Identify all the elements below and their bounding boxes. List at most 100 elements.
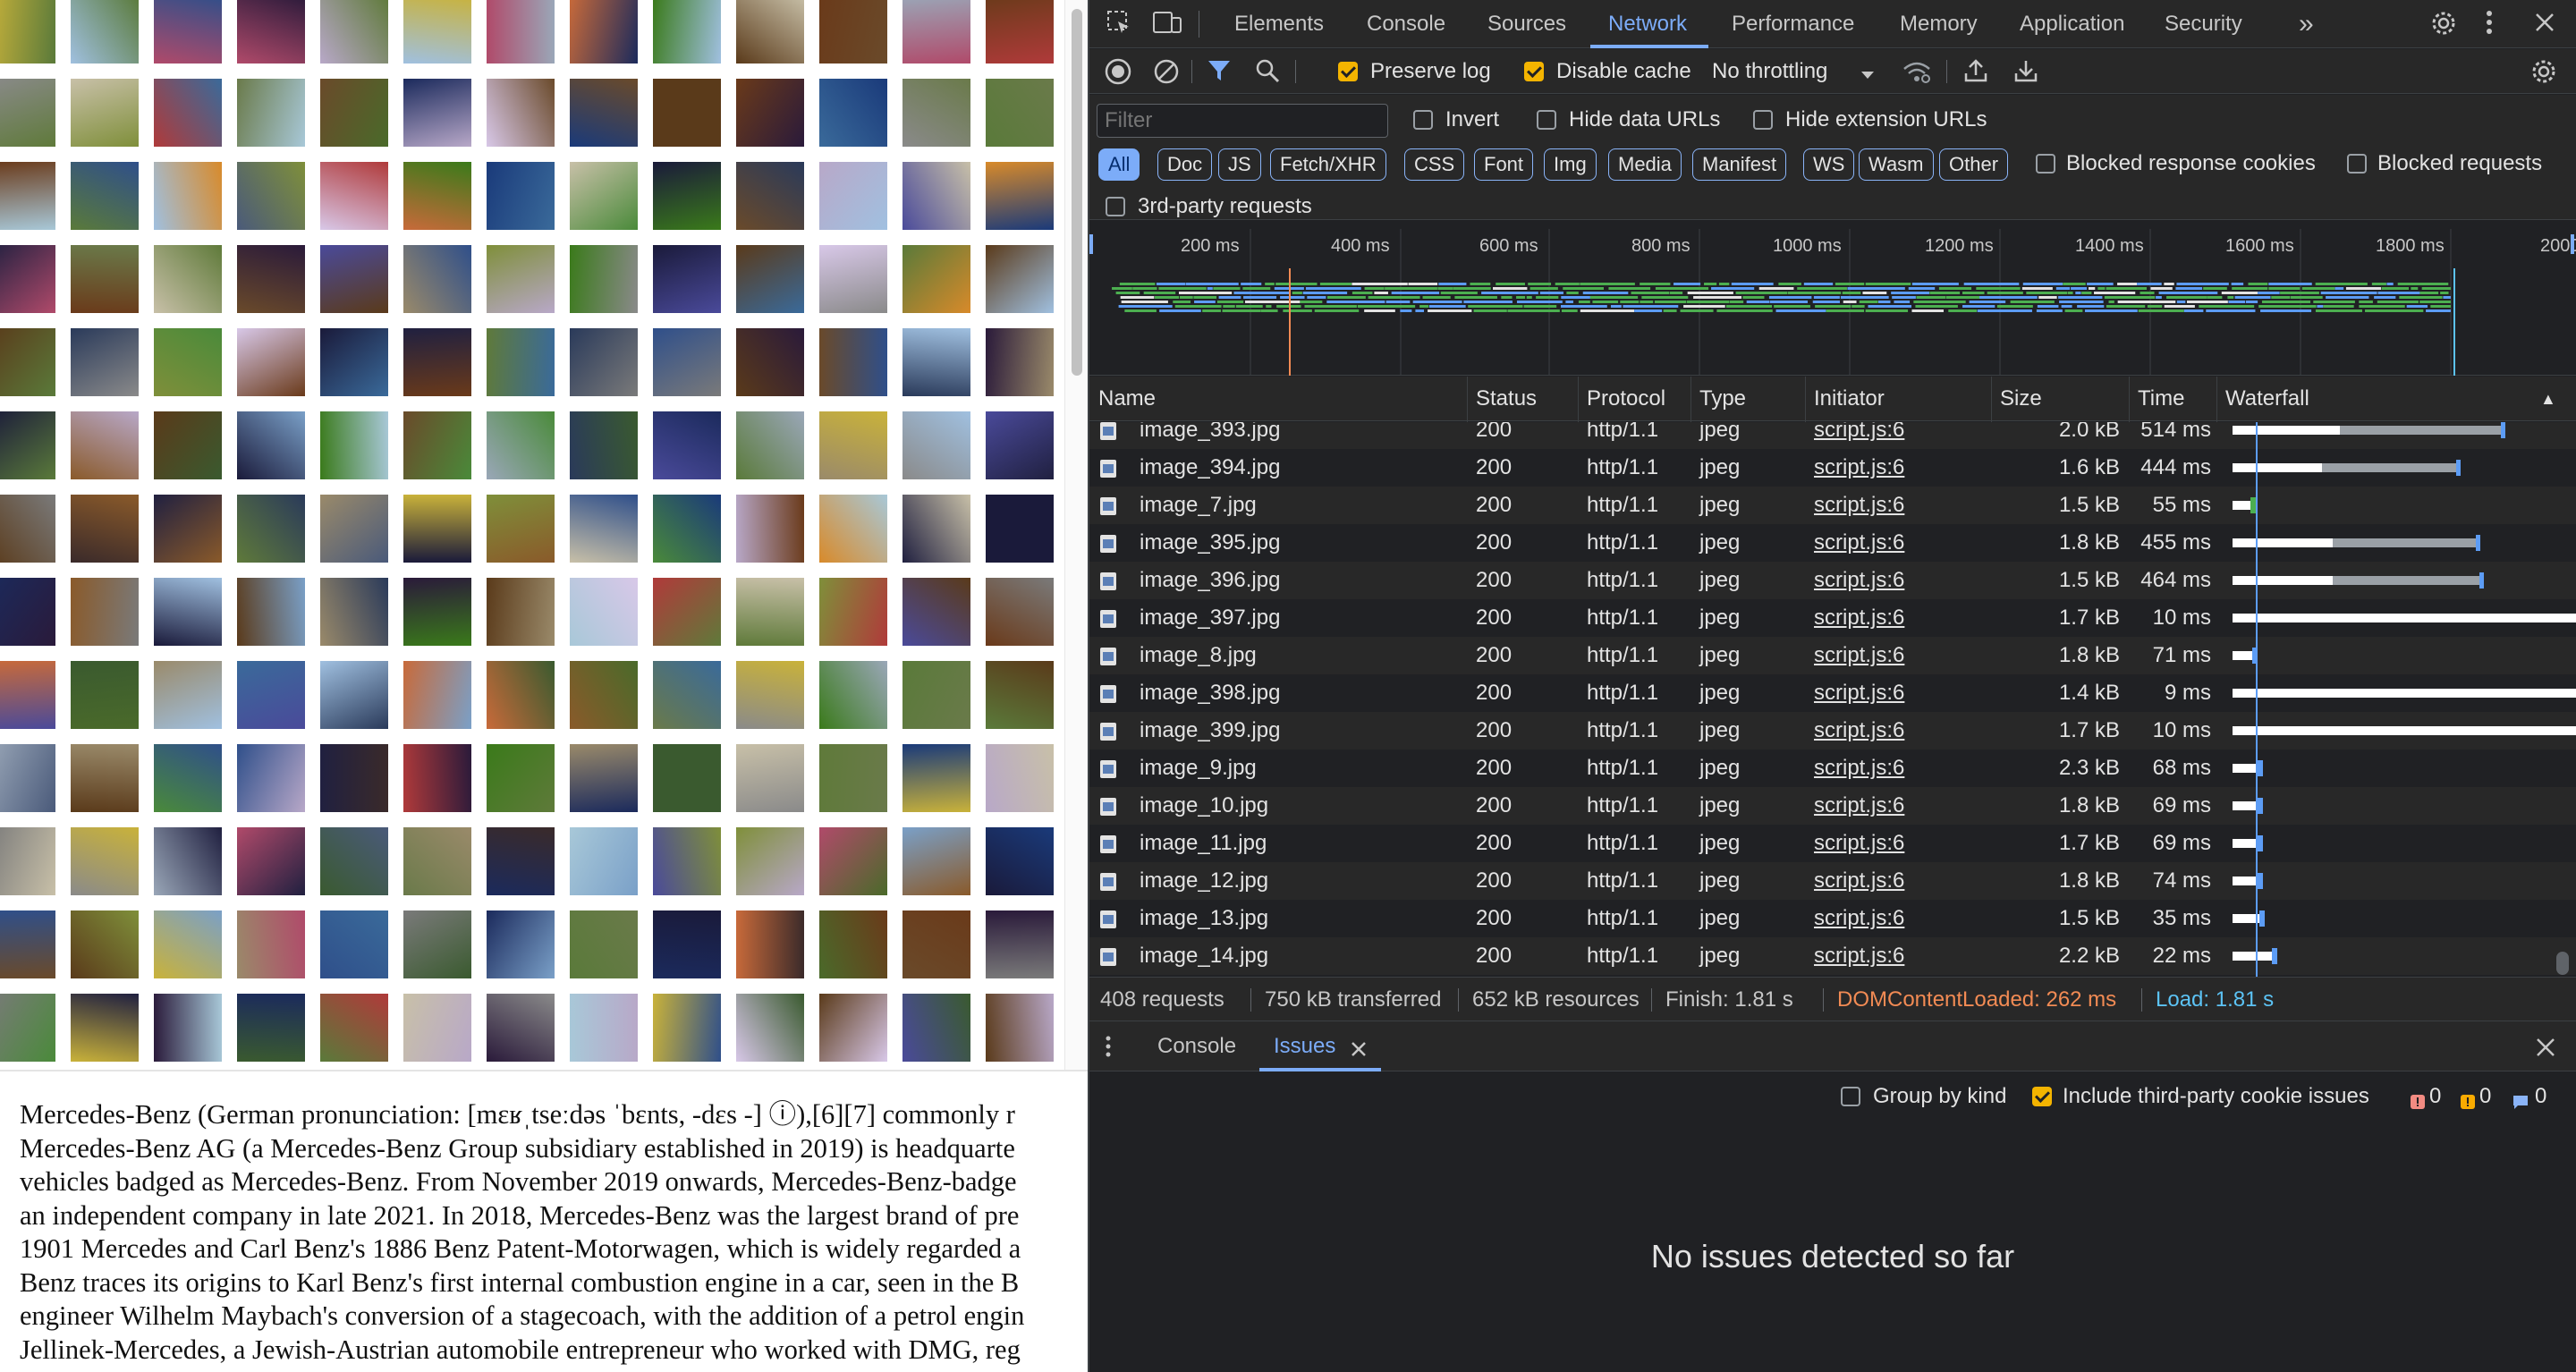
gallery-thumbnail[interactable] [0,578,55,646]
gallery-thumbnail[interactable] [986,827,1054,895]
network-conditions-icon[interactable] [1902,58,1932,91]
gallery-thumbnail[interactable] [403,162,471,230]
gallery-thumbnail[interactable] [902,0,970,64]
gallery-thumbnail[interactable] [71,162,139,230]
gallery-thumbnail[interactable] [986,328,1054,396]
drawer-menu-icon[interactable] [1104,1034,1113,1065]
col-time[interactable]: Time [2138,377,2184,421]
cell-initiator[interactable]: script.js:6 [1814,900,1984,937]
gallery-thumbnail[interactable] [487,661,555,729]
gallery-thumbnail[interactable] [736,411,804,479]
cell-initiator[interactable]: script.js:6 [1814,637,1984,674]
type-filter-ws[interactable]: WS [1803,148,1855,181]
gallery-thumbnail[interactable] [819,827,887,895]
more-tabs-icon[interactable]: » [2299,0,2314,48]
gallery-thumbnail[interactable] [403,0,471,64]
gallery-thumbnail[interactable] [320,744,388,812]
gallery-thumbnail[interactable] [819,162,887,230]
drawer-tab-issues[interactable]: Issues [1274,1021,1335,1071]
gallery-thumbnail[interactable] [487,328,555,396]
gallery-thumbnail[interactable] [736,661,804,729]
type-filter-media[interactable]: Media [1608,148,1682,181]
gallery-thumbnail[interactable] [71,79,139,147]
gallery-thumbnail[interactable] [819,994,887,1062]
preserve-log-checkbox[interactable] [1338,62,1358,81]
table-row[interactable]: image_398.jpg 200 http/1.1 jpeg script.js:6 1… [1089,674,2576,712]
gallery-thumbnail[interactable] [154,79,222,147]
gallery-thumbnail[interactable] [237,827,305,895]
table-row[interactable]: image_7.jpg 200 http/1.1 jpeg script.js:6 1.5… [1089,487,2576,524]
group-by-kind-checkbox[interactable] [1841,1087,1860,1106]
tab-elements[interactable]: Elements [1234,0,1324,48]
gallery-thumbnail[interactable] [154,162,222,230]
cell-initiator[interactable]: script.js:6 [1814,487,1984,524]
network-settings-gear-icon[interactable] [2529,57,2558,92]
gallery-thumbnail[interactable] [0,79,55,147]
gallery-thumbnail[interactable] [237,744,305,812]
table-row[interactable]: image_13.jpg 200 http/1.1 jpeg script.js:6 1.… [1089,900,2576,937]
type-filter-doc[interactable]: Doc [1157,148,1213,181]
gallery-thumbnail[interactable] [71,245,139,313]
gallery-thumbnail[interactable] [320,910,388,978]
gallery-thumbnail[interactable] [736,0,804,64]
gallery-thumbnail[interactable] [986,994,1054,1062]
device-toolbar-icon[interactable] [1152,9,1182,42]
sort-ascending-icon[interactable]: ▲ [2540,377,2556,421]
tab-sources[interactable]: Sources [1487,0,1566,48]
gallery-thumbnail[interactable] [237,0,305,64]
blocked-response-cookies-checkbox[interactable] [2036,154,2055,174]
type-filter-font[interactable]: Font [1474,148,1534,181]
gallery-thumbnail[interactable] [487,994,555,1062]
gallery-thumbnail[interactable] [154,910,222,978]
gallery-thumbnail[interactable] [653,994,721,1062]
gallery-thumbnail[interactable] [487,744,555,812]
gallery-thumbnail[interactable] [487,910,555,978]
chevron-down-icon[interactable] [1859,62,1877,90]
gallery-thumbnail[interactable] [237,245,305,313]
close-issues-tab-icon[interactable] [1349,1037,1368,1065]
gallery-thumbnail[interactable] [736,495,804,563]
gallery-thumbnail[interactable] [986,0,1054,64]
gallery-thumbnail[interactable] [986,245,1054,313]
kebab-menu-icon[interactable] [2483,7,2496,44]
cell-initiator[interactable]: script.js:6 [1814,524,1984,562]
gallery-thumbnail[interactable] [736,245,804,313]
table-row[interactable]: image_393.jpg 200 http/1.1 jpeg script.js:6 2… [1089,422,2576,449]
cell-initiator[interactable]: script.js:6 [1814,750,1984,787]
gallery-thumbnail[interactable] [320,827,388,895]
gallery-thumbnail[interactable] [0,328,55,396]
gallery-thumbnail[interactable] [71,910,139,978]
gallery-thumbnail[interactable] [403,578,471,646]
tab-memory[interactable]: Memory [1900,0,1978,48]
blocked-requests-checkbox[interactable] [2347,154,2367,174]
type-filter-fetch-xhr[interactable]: Fetch/XHR [1270,148,1386,181]
gallery-thumbnail[interactable] [0,0,55,64]
gallery-thumbnail[interactable] [487,411,555,479]
gallery-thumbnail[interactable] [487,827,555,895]
table-scrollbar-thumb[interactable] [2556,952,2569,975]
filter-input[interactable] [1097,104,1388,138]
disable-cache-label[interactable]: Disable cache [1556,59,1691,84]
clear-icon[interactable] [1152,57,1181,92]
table-row[interactable]: image_8.jpg 200 http/1.1 jpeg script.js:6 1.8… [1089,637,2576,674]
gallery-thumbnail[interactable] [487,495,555,563]
gallery-thumbnail[interactable] [320,162,388,230]
gallery-thumbnail[interactable] [154,245,222,313]
tab-security[interactable]: Security [2165,0,2242,48]
cell-initiator[interactable]: script.js:6 [1814,562,1984,599]
gallery-thumbnail[interactable] [403,910,471,978]
cell-initiator[interactable]: script.js:6 [1814,825,1984,862]
gallery-thumbnail[interactable] [986,495,1054,563]
gallery-thumbnail[interactable] [487,578,555,646]
table-row[interactable]: image_396.jpg 200 http/1.1 jpeg script.js:6 1… [1089,562,2576,599]
gallery-thumbnail[interactable] [570,495,638,563]
throttling-select[interactable]: No throttling [1712,59,1827,84]
blocked-response-cookies-label[interactable]: Blocked response cookies [2066,151,2316,176]
gallery-thumbnail[interactable] [320,79,388,147]
gallery-thumbnail[interactable] [570,578,638,646]
col-name[interactable]: Name [1098,377,1156,421]
gallery-thumbnail[interactable] [237,79,305,147]
type-filter-other[interactable]: Other [1939,148,2009,181]
gallery-thumbnail[interactable] [902,495,970,563]
gallery-thumbnail[interactable] [570,79,638,147]
